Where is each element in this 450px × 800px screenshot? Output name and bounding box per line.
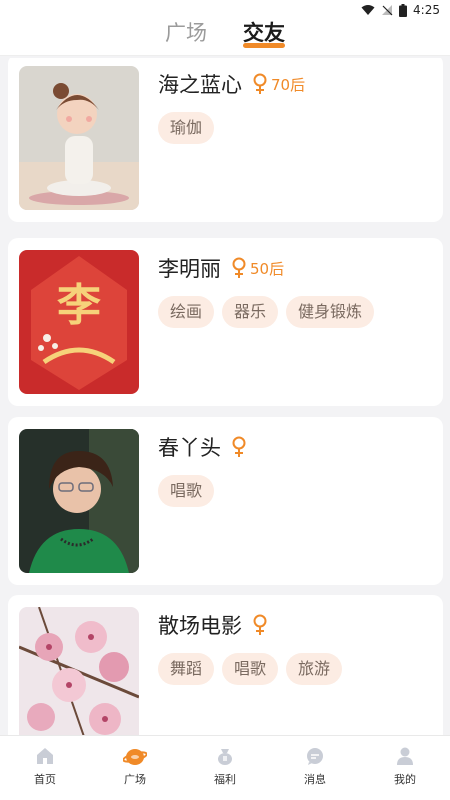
interest-tag: 瑜伽	[158, 112, 215, 144]
battery-icon	[399, 3, 408, 17]
profile-card[interactable]: 春丫头 唱歌	[8, 417, 443, 585]
profile-avatar[interactable]: 李	[19, 250, 139, 394]
tab-friends[interactable]: 交友	[243, 20, 285, 48]
chat-bubble-icon	[303, 744, 327, 768]
nav-messages[interactable]: 消息	[280, 744, 350, 787]
tab-friends-label: 交友	[243, 21, 285, 45]
nav-profile-label: 我的	[394, 773, 416, 786]
interest-tag: 绘画	[158, 296, 215, 328]
nav-profile[interactable]: 我的	[370, 744, 440, 787]
interest-tag: 唱歌	[158, 475, 215, 507]
female-icon	[252, 614, 268, 636]
profile-name: 李明丽	[158, 257, 221, 281]
nav-messages-label: 消息	[304, 773, 326, 786]
nav-plaza[interactable]: 广场	[100, 744, 170, 787]
active-tab-indicator	[243, 43, 285, 48]
interest-tag: 舞蹈	[158, 653, 215, 685]
female-icon	[252, 73, 268, 95]
top-tab-bar: 广场 交友	[0, 20, 450, 56]
person-icon	[393, 744, 417, 768]
tab-plaza-label: 广场	[165, 21, 207, 45]
plaza-icon	[123, 744, 147, 768]
profile-age: 70后	[271, 75, 306, 94]
interest-tags: 唱歌	[158, 475, 247, 507]
interest-tags: 舞蹈 唱歌 旅游	[158, 653, 343, 685]
interest-tag: 器乐	[222, 296, 279, 328]
profile-list[interactable]: 海之蓝心 70后 瑜伽 李 李明丽 50后 绘画 器乐 健身锻炼 春丫头 唱歌 …	[0, 58, 450, 735]
profile-avatar[interactable]	[19, 607, 139, 735]
status-time: 4:25	[413, 3, 440, 17]
profile-avatar[interactable]	[19, 66, 139, 210]
female-icon	[231, 436, 247, 458]
interest-tags: 瑜伽	[158, 112, 305, 144]
tab-plaza[interactable]: 广场	[165, 20, 207, 46]
profile-card[interactable]: 海之蓝心 70后 瑜伽	[8, 58, 443, 222]
no-signal-icon	[381, 4, 393, 16]
status-bar: 4:25	[0, 0, 450, 20]
nav-plaza-label: 广场	[124, 773, 146, 786]
interest-tag: 旅游	[286, 653, 343, 685]
profile-name: 散场电影	[158, 614, 242, 638]
female-icon	[231, 257, 247, 279]
profile-name: 海之蓝心	[158, 73, 242, 97]
svg-text:李: 李	[57, 280, 101, 331]
gift-bag-icon	[213, 744, 237, 768]
bottom-nav: 首页 广场 福利 消息 我的	[0, 735, 450, 800]
nav-benefits-label: 福利	[214, 773, 236, 786]
interest-tag: 唱歌	[222, 653, 279, 685]
profile-age: 50后	[250, 259, 285, 278]
interest-tag: 健身锻炼	[286, 296, 375, 328]
profile-name: 春丫头	[158, 436, 221, 460]
interest-tags: 绘画 器乐 健身锻炼	[158, 296, 375, 328]
nav-home[interactable]: 首页	[10, 744, 80, 787]
nav-home-label: 首页	[34, 773, 56, 786]
profile-card[interactable]: 散场电影 舞蹈 唱歌 旅游	[8, 595, 443, 735]
profile-avatar[interactable]	[19, 429, 139, 573]
home-icon	[33, 744, 57, 768]
wifi-icon	[361, 4, 375, 16]
nav-benefits[interactable]: 福利	[190, 744, 260, 787]
profile-card[interactable]: 李 李明丽 50后 绘画 器乐 健身锻炼	[8, 238, 443, 406]
